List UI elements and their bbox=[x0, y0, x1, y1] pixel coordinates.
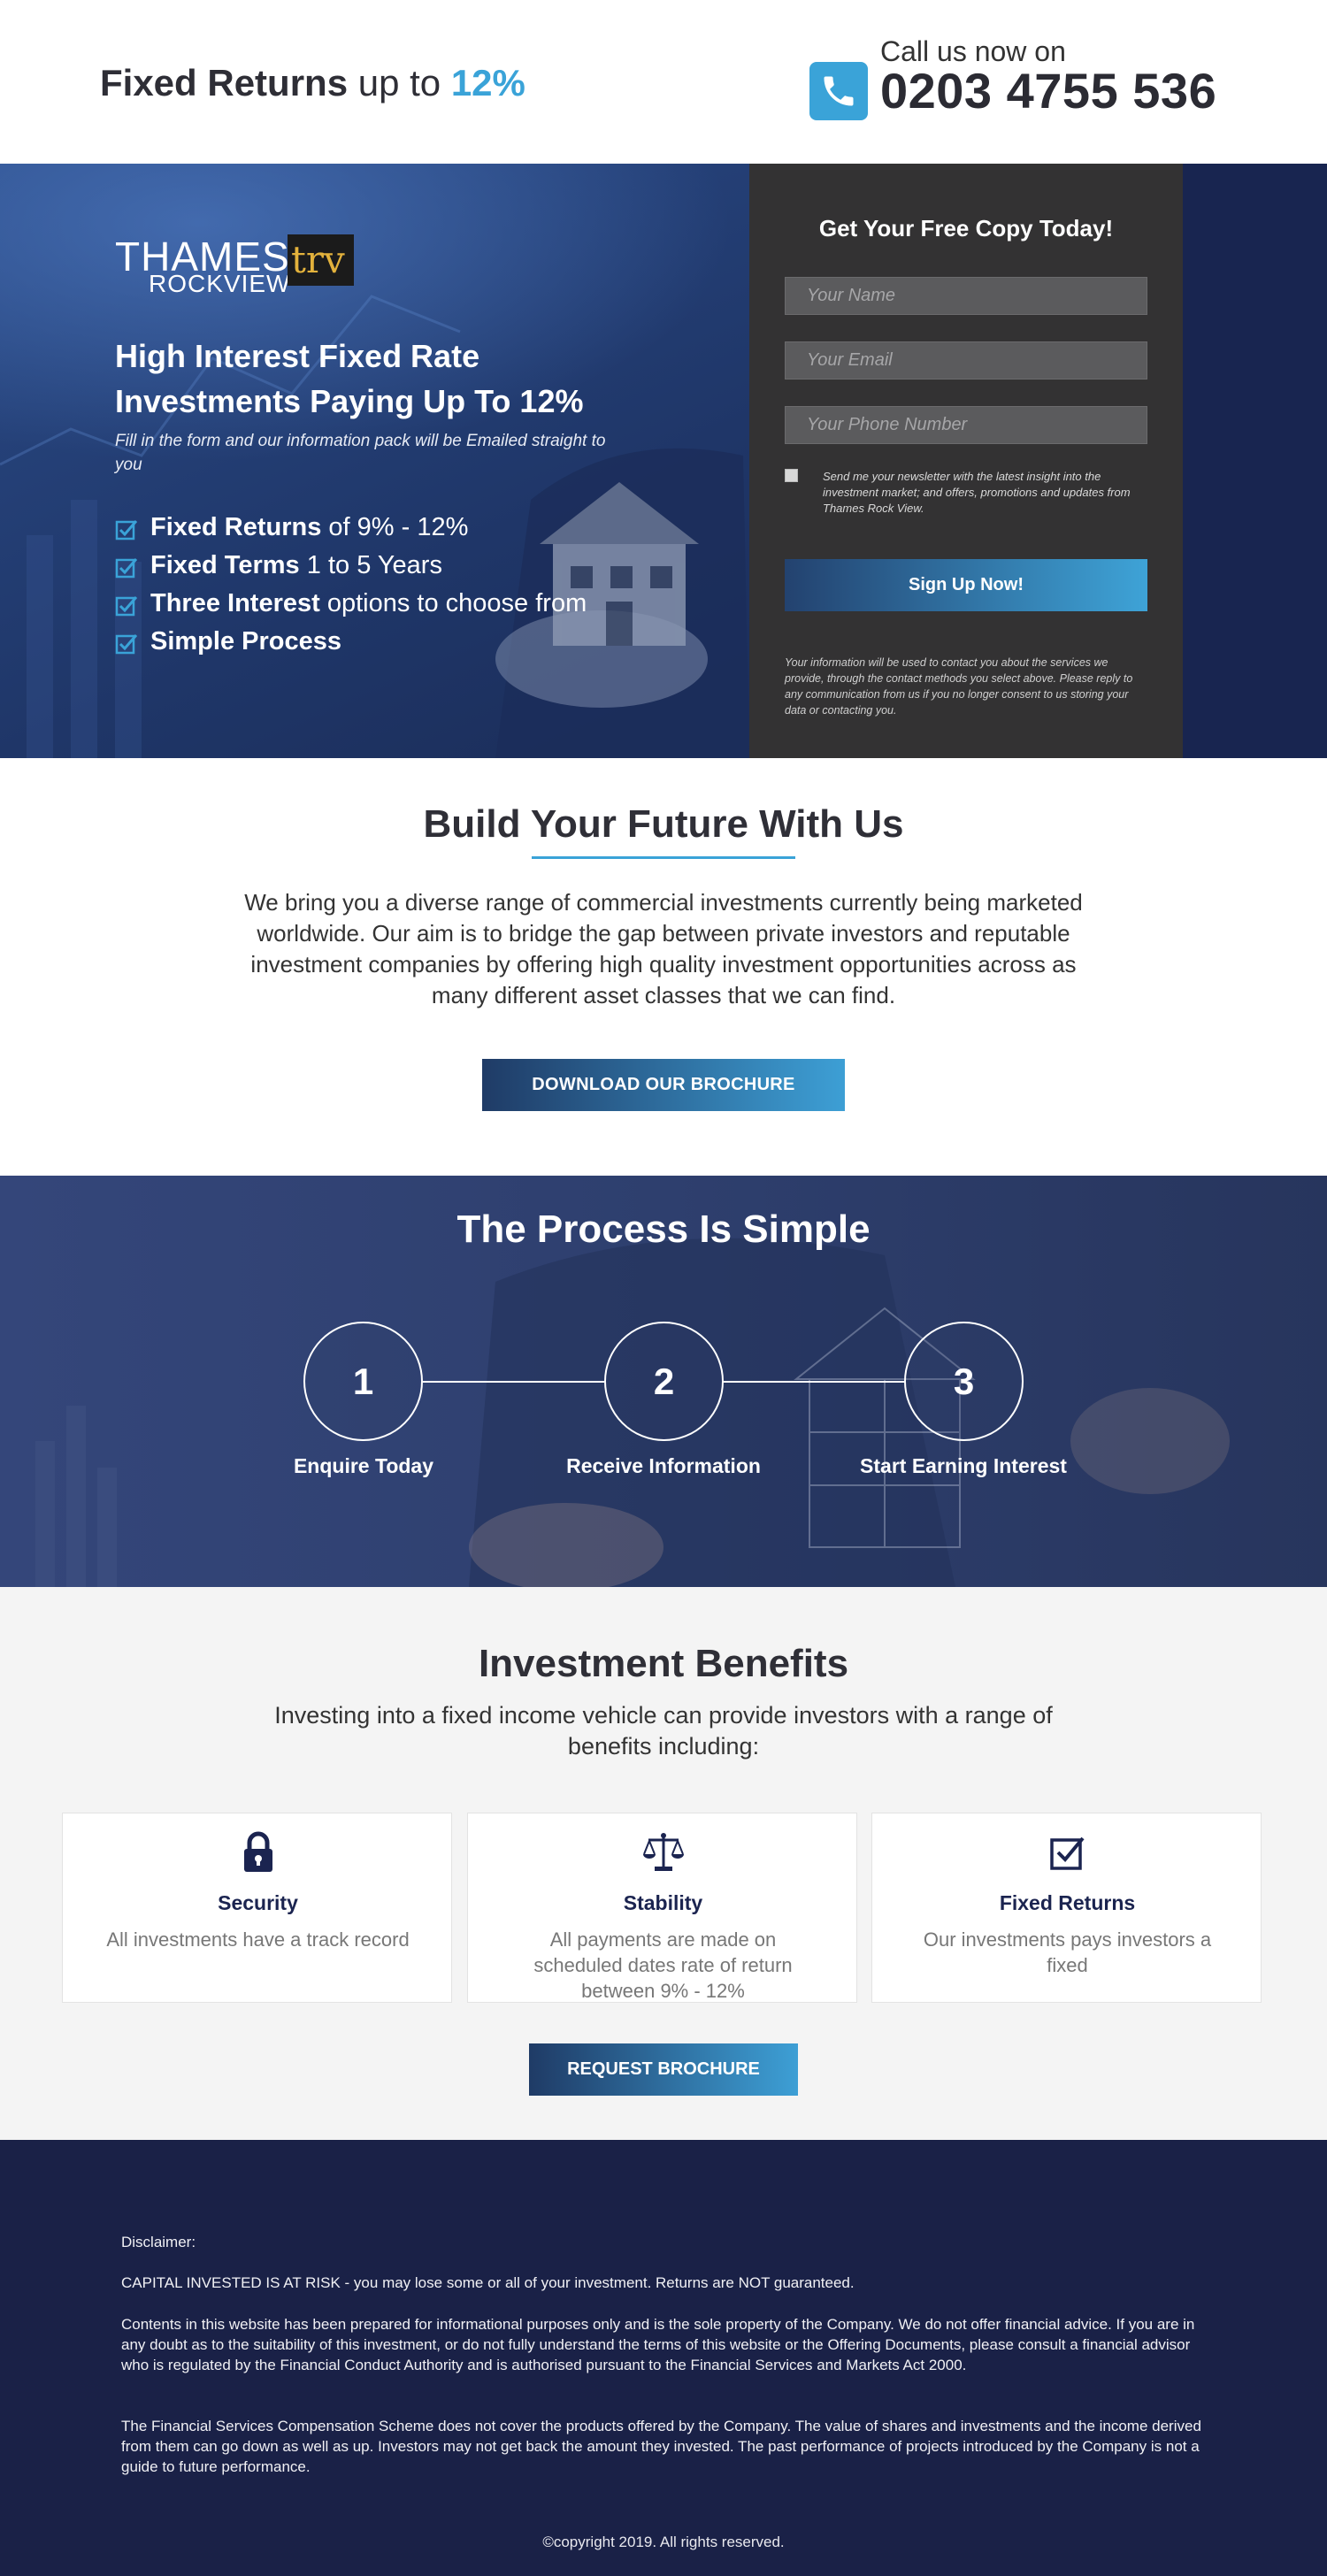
title-underline bbox=[532, 856, 795, 859]
thames-rockview-logo[interactable]: THAMES ROCKVIEW trv bbox=[115, 233, 363, 299]
headline-accent: 12% bbox=[450, 62, 525, 104]
step-connector bbox=[724, 1381, 905, 1383]
headline-mid: up to bbox=[348, 62, 451, 104]
form-title: Get Your Free Copy Today! bbox=[818, 215, 1114, 242]
step-label: Receive Information bbox=[566, 1454, 761, 1477]
email-input[interactable] bbox=[785, 341, 1147, 380]
headline-bold: Fixed Returns bbox=[100, 62, 349, 104]
lock-icon bbox=[63, 1831, 453, 1875]
disclaimer-heading: Disclaimer: bbox=[121, 2234, 196, 2250]
card-text: Our investments pays investors a fixed bbox=[923, 1928, 1212, 1976]
checkbox-icon bbox=[115, 558, 138, 579]
signup-form: Get Your Free Copy Today! Send me your n… bbox=[749, 164, 1183, 758]
build-title: Build Your Future With Us bbox=[423, 802, 904, 846]
disclaimer-fscs: The Financial Services Compensation Sche… bbox=[121, 2418, 1201, 2475]
step-circle: 1 bbox=[303, 1322, 423, 1441]
process-title: The Process Is Simple bbox=[456, 1208, 871, 1251]
checkbox-icon bbox=[115, 520, 138, 540]
step-label: Enquire Today bbox=[293, 1454, 434, 1477]
top-bar: Fixed Returns up to 12% Call us now on 0… bbox=[0, 0, 1327, 164]
benefits-section: Investment Benefits Investing into a fix… bbox=[0, 1587, 1327, 2140]
feature-rest: 1 to 5 Years bbox=[299, 551, 442, 579]
hero-title-post: Investments Paying Up To 12% bbox=[115, 383, 584, 419]
step-circle: 2 bbox=[604, 1322, 724, 1441]
feature-bold: Fixed Terms bbox=[150, 551, 300, 579]
feature-bold: Simple Process bbox=[150, 627, 341, 656]
request-brochure-button[interactable]: REQUEST BROCHURE bbox=[529, 2043, 798, 2096]
logo-badge: trv bbox=[288, 234, 354, 286]
newsletter-text: Send me your newsletter with the latest … bbox=[823, 470, 1131, 515]
benefits-title: Investment Benefits bbox=[478, 1642, 849, 1685]
footer: Disclaimer: CAPITAL INVESTED IS AT RISK … bbox=[0, 2140, 1327, 2576]
feature-item: Fixed Returns of 9% - 12% bbox=[115, 513, 587, 551]
phone-icon bbox=[809, 62, 868, 120]
benefit-card: Security All investments have a track re… bbox=[62, 1813, 452, 2003]
benefit-card: Fixed Returns Our investments pays inves… bbox=[871, 1813, 1262, 2003]
name-input[interactable] bbox=[785, 277, 1147, 315]
hero-title-bold: Fixed Rate bbox=[318, 338, 480, 374]
build-text: We bring you a diverse range of commerci… bbox=[244, 889, 1083, 1008]
benefit-card: Stability All payments are made on sched… bbox=[467, 1813, 857, 2003]
disclaimer-contents: Contents in this website has been prepar… bbox=[121, 2316, 1195, 2373]
call-block[interactable]: Call us now on 0203 4755 536 bbox=[809, 35, 1234, 133]
hero-title: High Interest Fixed Rate Investments Pay… bbox=[115, 334, 664, 424]
download-brochure-button[interactable]: DOWNLOAD OUR BROCHURE bbox=[482, 1059, 845, 1111]
hero-subtitle: Fill in the form and our information pac… bbox=[115, 432, 606, 474]
card-text: All investments have a track record bbox=[106, 1928, 410, 1951]
feature-item: Fixed Terms 1 to 5 Years bbox=[115, 551, 587, 589]
feature-bold: Three Interest bbox=[150, 589, 320, 617]
step-connector bbox=[423, 1381, 604, 1383]
benefits-subtitle: Investing into a fixed income vehicle ca… bbox=[274, 1702, 1053, 1760]
newsletter-checkbox[interactable] bbox=[785, 469, 798, 482]
top-headline: Fixed Returns up to 12% bbox=[100, 62, 525, 104]
phone-input[interactable] bbox=[785, 406, 1147, 444]
process-section: The Process Is Simple 1 2 3 Enquire Toda… bbox=[0, 1176, 1327, 1587]
checkbox-icon bbox=[872, 1831, 1262, 1875]
phone-number[interactable]: 0203 4755 536 bbox=[880, 62, 1216, 119]
copyright: ©copyright 2019. All rights reserved. bbox=[542, 2534, 785, 2550]
feature-bold: Fixed Returns bbox=[150, 513, 322, 541]
checkbox-icon bbox=[115, 596, 138, 617]
feature-item: Three Interest options to choose from bbox=[115, 589, 587, 627]
hero-section: THAMES ROCKVIEW trv High Interest Fixed … bbox=[0, 164, 1327, 758]
signup-button[interactable]: Sign Up Now! bbox=[785, 559, 1147, 611]
feature-rest: of 9% - 12% bbox=[321, 513, 469, 541]
checkbox-icon bbox=[115, 634, 138, 655]
step-circle: 3 bbox=[904, 1322, 1024, 1441]
hero-title-pre: High Interest bbox=[115, 338, 319, 374]
card-title: Security bbox=[218, 1891, 298, 1914]
build-section: Build Your Future With Us We bring you a… bbox=[0, 758, 1327, 1176]
privacy-text: Your information will be used to contact… bbox=[785, 656, 1133, 717]
card-title: Stability bbox=[623, 1891, 703, 1914]
step-label: Start Earning Interest bbox=[860, 1454, 1067, 1477]
feature-rest: options to choose from bbox=[319, 589, 587, 617]
feature-list: Fixed Returns of 9% - 12% Fixed Terms 1 … bbox=[115, 513, 587, 665]
logo-badge-text: trv bbox=[291, 238, 345, 281]
logo-sub-text: ROCKVIEW bbox=[149, 270, 291, 297]
card-text: All payments are made on scheduled dates… bbox=[533, 1928, 793, 2002]
risk-warning: CAPITAL INVESTED IS AT RISK - you may lo… bbox=[121, 2274, 855, 2291]
scales-icon bbox=[468, 1831, 858, 1875]
card-title: Fixed Returns bbox=[999, 1891, 1136, 1914]
feature-item: Simple Process bbox=[115, 627, 587, 665]
